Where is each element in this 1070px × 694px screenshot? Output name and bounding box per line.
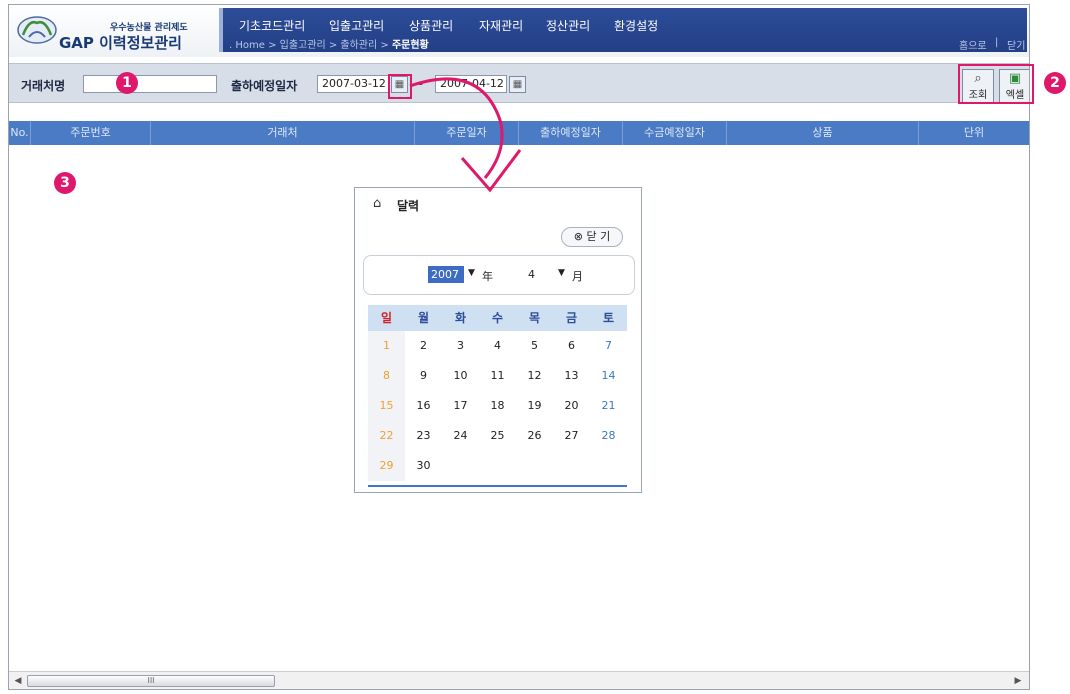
annotation-badge-2: 2: [1044, 72, 1066, 94]
annotation-arrow: [409, 77, 522, 193]
calendar-button-highlight: [388, 74, 412, 99]
toolbar-highlight: [958, 64, 1034, 104]
annotation-badge-1: 1: [116, 72, 138, 94]
annotation-badge-3: 3: [54, 172, 76, 194]
